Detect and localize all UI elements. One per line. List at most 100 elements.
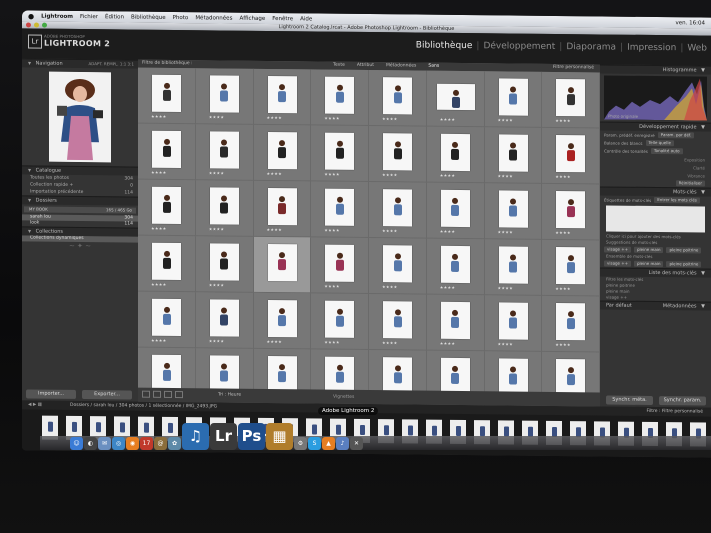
itunes-small-icon[interactable]: ♪ [336, 437, 349, 450]
menu-fichier[interactable]: Fichier [80, 13, 98, 19]
utility-icon[interactable]: ✕ [350, 437, 363, 450]
star-rating[interactable]: ★★★★ [267, 227, 283, 232]
thumbnails-label[interactable]: Vignettes [333, 395, 354, 400]
dossiers-header[interactable]: ▼ Dossiers [22, 195, 138, 206]
thumbnail-cell[interactable]: ★★★★ [542, 127, 600, 185]
thumbnail-cell[interactable]: ★★★★ [253, 180, 312, 238]
star-rating[interactable]: ★★★★ [151, 226, 167, 231]
sync-metadata-button[interactable]: Synchr. méta. [606, 395, 653, 406]
dashboard-icon[interactable]: ◐ [84, 437, 97, 450]
qd-tone-button[interactable]: Tonalité auto [650, 147, 683, 155]
star-rating[interactable]: ★★★★ [151, 338, 167, 343]
loupe-view-icon[interactable] [153, 390, 161, 398]
star-rating[interactable]: ★★★★ [209, 338, 225, 343]
keyword-tags-dropdown[interactable]: Entrer les mots clés [654, 197, 700, 204]
star-rating[interactable]: ★★★★ [151, 170, 167, 175]
ical-icon[interactable]: 17 [140, 437, 153, 450]
thumbnail-cell[interactable]: ★★★★ [369, 182, 427, 239]
star-rating[interactable]: ★★★★ [498, 173, 514, 178]
module-developpement[interactable]: Développement [483, 41, 555, 52]
thumbnail-cell[interactable]: ★★★★ [311, 69, 369, 127]
filter-option-attribut[interactable]: Attribut [357, 62, 374, 70]
filter-option-sans[interactable]: Sans [428, 63, 439, 71]
disclosure-triangle-icon[interactable]: ▼ [28, 228, 31, 233]
star-rating[interactable]: ★★★★ [555, 230, 571, 235]
thumbnail-cell[interactable]: ★★★★ [253, 292, 312, 350]
firefox-icon[interactable]: ◉ [126, 437, 139, 450]
menu-affichage[interactable]: Affichage [239, 15, 265, 21]
mail-icon[interactable]: ✉ [98, 437, 111, 450]
apple-menu-icon[interactable]: ● [28, 12, 34, 20]
thumbnail-cell[interactable]: ★★★★ [426, 126, 485, 184]
survey-view-icon[interactable] [175, 390, 183, 399]
thumbnail-cell[interactable]: ★★★★ [138, 67, 196, 125]
thumbnail-cell[interactable]: ★★★★ [369, 70, 427, 127]
thumbnail-cell[interactable]: ★★★★ [426, 70, 485, 128]
star-rating[interactable]: ★★★★ [267, 171, 283, 176]
menu-bibliotheque[interactable]: Bibliothèque [131, 14, 166, 20]
keyword-suggestion[interactable]: pleine main [634, 246, 664, 254]
thumbnail-cell[interactable]: ★★★★ [484, 295, 543, 352]
menu-photo[interactable]: Photo [173, 14, 189, 20]
itunes-icon[interactable]: ♫ [182, 423, 209, 450]
star-rating[interactable]: ★★★★ [267, 339, 283, 344]
close-window-icon[interactable] [26, 22, 31, 28]
filmstrip-nav-icon[interactable]: ◀ ▶ ▦ [28, 400, 42, 409]
thumbnail-cell[interactable]: ★★★★ [426, 238, 485, 296]
metadata-preset[interactable]: Par défaut [600, 301, 632, 309]
star-rating[interactable]: ★★★★ [151, 282, 167, 287]
safari-icon[interactable]: ◎ [112, 437, 125, 450]
keyword-set-item[interactable]: pleine poitrine [666, 261, 702, 268]
module-bibliotheque[interactable]: Bibliothèque [416, 41, 473, 52]
import-button[interactable]: Importer... [26, 389, 76, 399]
qd-white-balance-dropdown[interactable]: Telle quelle [645, 139, 674, 147]
thumbnail-cell[interactable]: ★★★★ [253, 68, 312, 126]
filter-option-texte[interactable]: Texte [333, 62, 345, 70]
star-rating[interactable]: ★★★★ [382, 172, 398, 177]
keyword-set-item[interactable]: visage ++ [604, 260, 631, 267]
menu-fenetre[interactable]: Fenêtre [272, 16, 293, 22]
thumbnail-cell[interactable]: ★★★★ [138, 179, 196, 237]
skype-icon[interactable]: S [308, 437, 321, 450]
thumbnail-cell[interactable]: ★★★★ [542, 295, 600, 353]
quick-develop-header[interactable]: Développement rapide ▼ [600, 121, 711, 132]
vlc-icon[interactable]: ▲ [322, 437, 335, 450]
navigation-header[interactable]: ▼ Navigation ADAPT. REMPL. 1:1 3:1 [22, 58, 138, 69]
disclosure-triangle-icon[interactable]: ▼ [28, 60, 31, 65]
menu-edition[interactable]: Édition [105, 14, 124, 20]
export-button[interactable]: Exporter... [82, 390, 132, 400]
thumbnail-cell[interactable]: ★★★★ [195, 124, 254, 181]
thumbnail-cell[interactable]: ★★★★ [484, 239, 543, 296]
disclosure-triangle-icon[interactable]: ▼ [701, 125, 705, 131]
star-rating[interactable]: ★★★★ [382, 228, 398, 233]
thumbnail-cell[interactable]: ★★★★ [311, 237, 369, 295]
thumbnail-cell[interactable]: ★★★★ [484, 183, 543, 240]
thumbnail-cell[interactable]: ★★★★ [542, 183, 600, 241]
thumbnail-cell[interactable]: ★★★★ [195, 68, 254, 125]
thumbnail-cell[interactable]: ★★★★ [138, 123, 196, 181]
thumbnail-cell[interactable]: ★★★★ [484, 127, 543, 184]
thumbnail-cell[interactable] [253, 236, 312, 294]
star-rating[interactable]: ★★★★ [324, 172, 340, 177]
star-rating[interactable]: ★★★★ [324, 284, 340, 289]
keywords-header[interactable]: Mots-clés ▼ [600, 186, 711, 197]
iphoto-icon[interactable]: ✿ [168, 437, 181, 450]
thumbnail-cell[interactable]: ★★★★ [311, 181, 369, 239]
thumbnail-cell[interactable]: ★★★★ [369, 126, 427, 183]
thumbnail-cell[interactable]: ★★★★ [195, 236, 254, 293]
star-rating[interactable]: ★★★★ [324, 116, 340, 121]
thumbnail-cell[interactable]: ★★★★ [542, 239, 600, 297]
thumbnail-cell[interactable]: ★★★★ [311, 293, 369, 351]
lightroom-icon[interactable]: Lr [210, 423, 237, 450]
star-rating[interactable]: ★★★★ [382, 284, 398, 289]
grid-view-icon[interactable] [142, 390, 150, 398]
keyword-entry-field[interactable] [606, 205, 705, 233]
volume-bar[interactable]: MY BOOK 165 / 465 Go [24, 206, 136, 214]
finder-icon[interactable]: ☺ [70, 437, 83, 450]
navigator-preview[interactable] [49, 71, 111, 163]
star-rating[interactable]: ★★★★ [324, 228, 340, 233]
thumbnail-cell[interactable]: ★★★★ [426, 294, 485, 352]
keyword-suggestion[interactable]: pleine poitrine [666, 247, 702, 254]
menu-clock[interactable]: ven. 16:04 [676, 20, 711, 26]
thumbnail-cell[interactable]: ★★★★ [369, 294, 427, 351]
